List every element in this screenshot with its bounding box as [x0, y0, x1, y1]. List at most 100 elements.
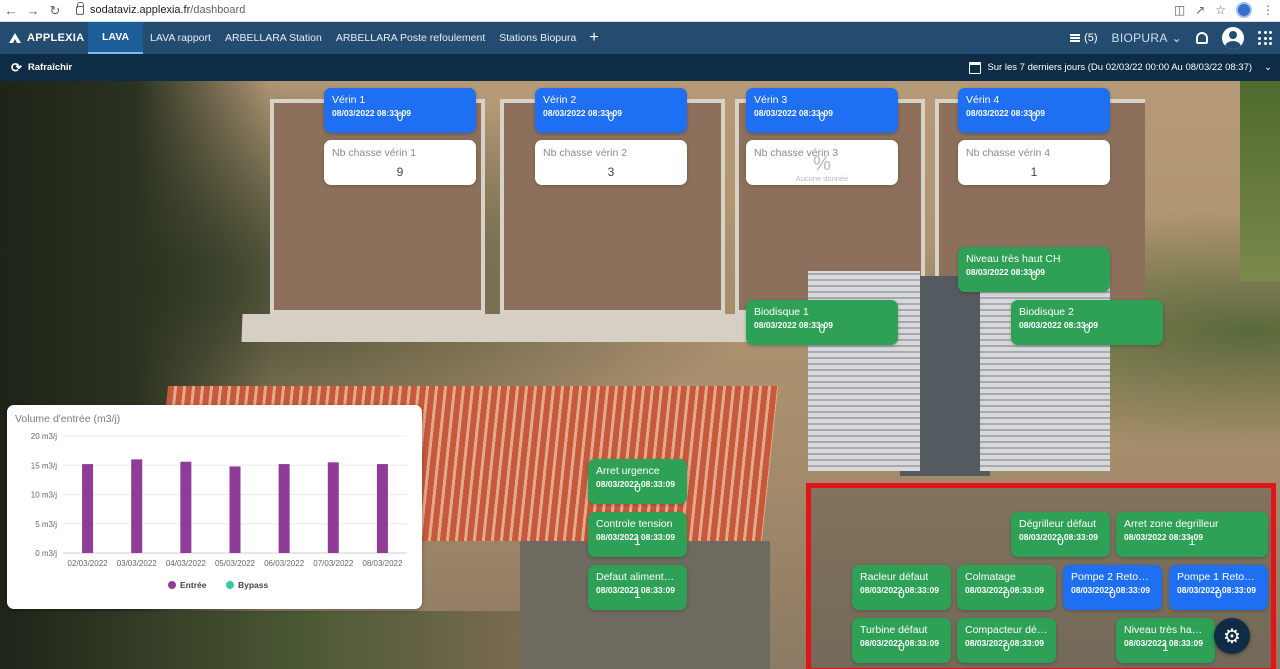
card-value: 0 [1109, 587, 1116, 601]
reload-icon[interactable]: ↻ [44, 0, 66, 22]
card-title: Dégrilleur défaut [1019, 518, 1097, 530]
settings-gear-icon[interactable]: ⚙ [1214, 618, 1250, 654]
bookmark-star-icon[interactable]: ☆ [1215, 3, 1226, 17]
y-tick-label: 10 m3/j [31, 491, 57, 500]
niveau-tres-haut-ch-card[interactable]: Niveau très haut CH 08/03/2022 08:33:09 … [958, 247, 1110, 292]
colmatage-card[interactable]: Colmatage 08/03/2022 08:33:09 0 [957, 565, 1056, 610]
card-value: 1 [1162, 640, 1169, 654]
verin-2-card[interactable]: Vérin 2 08/03/2022 08:33:09 0 [535, 88, 687, 133]
card-value: 1 [1030, 165, 1038, 179]
volume-entree-chart-card[interactable]: Volume d'entrée (m3/j) 0 m3/j 5 m3/j 10 m3… [7, 405, 422, 609]
lock-icon [76, 1, 84, 15]
x-tick-label: 05/03/2022 [215, 559, 256, 568]
x-tick-label: 06/03/2022 [264, 559, 305, 568]
bell-icon[interactable] [1196, 32, 1208, 44]
address-bar[interactable]: sodataviz.applexia.fr/dashboard [76, 1, 245, 16]
x-tick-label: 07/03/2022 [313, 559, 354, 568]
tab-arbellara-poste-refoulement[interactable]: ARBELLARA Poste refoulement [329, 22, 492, 54]
card-title: Defaut alimentat... [596, 571, 679, 583]
legend-marker [168, 581, 176, 589]
card-value: 0 [1030, 269, 1038, 283]
card-title: Arret zone degrilleur [1124, 518, 1219, 530]
defaut-alimentation-card[interactable]: Defaut alimentat... 08/03/2022 08:33:09 … [588, 565, 687, 610]
card-title: Vérin 2 [543, 94, 577, 106]
card-value: 3 [607, 165, 615, 179]
card-value: 1 [634, 587, 641, 601]
bar-entree [278, 464, 290, 553]
bar-entree [131, 459, 143, 553]
user-avatar-icon[interactable] [1222, 27, 1244, 49]
card-title: Vérin 3 [754, 94, 788, 106]
browser-actions: ◫ ↗ ☆ ⋮ [1174, 2, 1274, 18]
translate-icon[interactable]: ◫ [1174, 3, 1185, 17]
dashboards-count: (5) [1084, 32, 1098, 44]
background-greenery [1240, 81, 1280, 281]
period-selector[interactable]: Sur les 7 derniers jours (Du 02/03/22 00… [969, 54, 1272, 81]
url-host: sodataviz.applexia.fr [90, 4, 191, 16]
biodisque-1-card[interactable]: Biodisque 1 08/03/2022 08:33:09 0 [746, 300, 898, 345]
verin-3-card[interactable]: Vérin 3 08/03/2022 08:33:09 0 [746, 88, 898, 133]
card-title: Colmatage [965, 571, 1016, 583]
card-value: 0 [1215, 587, 1222, 601]
x-tick-label: 02/03/2022 [68, 559, 109, 568]
nb-chasse-verin-2-card[interactable]: Nb chasse vérin 2 3 [535, 140, 687, 185]
nb-chasse-verin-4-card[interactable]: Nb chasse vérin 4 1 [958, 140, 1110, 185]
card-title: Biodisque 1 [754, 306, 809, 318]
tab-arbellara-station[interactable]: ARBELLARA Station [218, 22, 329, 54]
compacteur-defaut-card[interactable]: Compacteur déf... 08/03/2022 08:33:09 0 [957, 618, 1056, 663]
legend-label: Entrée [180, 580, 207, 590]
back-icon[interactable]: ← [0, 0, 22, 22]
y-tick-label: 0 m3/j [35, 549, 57, 558]
card-title: Controle tension [596, 518, 673, 530]
tab-stations-biopura[interactable]: Stations Biopura [492, 22, 583, 54]
card-title: Vérin 4 [966, 94, 1000, 106]
period-label: Sur les 7 derniers jours (Du 02/03/22 00… [987, 62, 1253, 73]
chevron-down-icon: ⌄ [1264, 62, 1272, 73]
card-value: 1 [634, 534, 641, 548]
niveau-tres-haut-card[interactable]: Niveau très haut ... 08/03/2022 08:33:09… [1116, 618, 1215, 663]
card-title: Arret urgence [596, 465, 660, 477]
nb-chasse-verin-3-card[interactable]: Nb chasse vérin 3 % Aucune donnée [746, 140, 898, 185]
degrilleur-defaut-card[interactable]: Dégrilleur défaut 08/03/2022 08:33:09 0 [1011, 512, 1110, 557]
refresh-label: Rafraîchir [27, 62, 73, 73]
pompe-2-retour-card[interactable]: Pompe 2 Retour ... 08/03/2022 08:33:09 0 [1063, 565, 1162, 610]
racleur-defaut-card[interactable]: Racleur défaut 08/03/2022 08:33:09 0 [852, 565, 951, 610]
y-tick-label: 15 m3/j [31, 461, 57, 470]
verin-1-card[interactable]: Vérin 1 08/03/2022 08:33:09 0 [324, 88, 476, 133]
card-title: Pompe 1 Retour ... [1177, 571, 1260, 583]
refresh-icon: ⟳ [11, 59, 22, 75]
arret-urgence-card[interactable]: Arret urgence 08/03/2022 08:33:09 0 [588, 459, 687, 504]
tab-lava-rapport[interactable]: LAVA rapport [143, 22, 218, 54]
applexia-logo-icon [9, 33, 21, 43]
share-icon[interactable]: ↗ [1195, 3, 1205, 17]
tab-lava[interactable]: LAVA [88, 22, 144, 54]
card-value: 0 [818, 110, 826, 124]
verin-4-card[interactable]: Vérin 4 08/03/2022 08:33:09 0 [958, 88, 1110, 133]
organization-selector[interactable]: BIOPURA ⌄ [1112, 31, 1182, 45]
browser-menu-icon[interactable]: ⋮ [1262, 3, 1274, 17]
dashboards-menu-button[interactable]: (5) [1070, 32, 1098, 44]
card-title: Nb chasse vérin 4 [966, 147, 1051, 159]
browser-bar: ← → ↻ sodataviz.applexia.fr/dashboard ◫ … [0, 0, 1280, 22]
nb-chasse-verin-1-card[interactable]: Nb chasse vérin 1 9 [324, 140, 476, 185]
card-value: 0 [1057, 534, 1064, 548]
extension-icon[interactable] [1236, 2, 1252, 18]
calendar-icon [969, 61, 982, 74]
card-value: 0 [898, 587, 905, 601]
card-title: Niveau très haut CH [966, 253, 1061, 265]
arret-zone-degrilleur-card[interactable]: Arret zone degrilleur 08/03/2022 08:33:0… [1116, 512, 1268, 557]
biodisque-2-card[interactable]: Biodisque 2 08/03/2022 08:33:09 0 [1011, 300, 1163, 345]
add-tab-icon[interactable]: + [583, 22, 604, 54]
card-value: 1 [1188, 534, 1196, 548]
bar-entree [376, 464, 388, 553]
card-title: Compacteur déf... [965, 624, 1048, 636]
list-icon [1070, 34, 1081, 42]
refresh-button[interactable]: ⟳ Rafraîchir [0, 60, 72, 76]
controle-tension-card[interactable]: Controle tension 08/03/2022 08:33:09 1 [588, 512, 687, 557]
pompe-1-retour-card[interactable]: Pompe 1 Retour ... 08/03/2022 08:33:09 0 [1169, 565, 1268, 610]
applexia-logo[interactable]: APPLEXIA [0, 22, 88, 54]
legend-marker [226, 581, 234, 589]
turbine-defaut-card[interactable]: Turbine défaut 08/03/2022 08:33:09 0 [852, 618, 951, 663]
apps-grid-icon[interactable] [1258, 31, 1272, 45]
forward-icon[interactable]: → [22, 0, 44, 22]
